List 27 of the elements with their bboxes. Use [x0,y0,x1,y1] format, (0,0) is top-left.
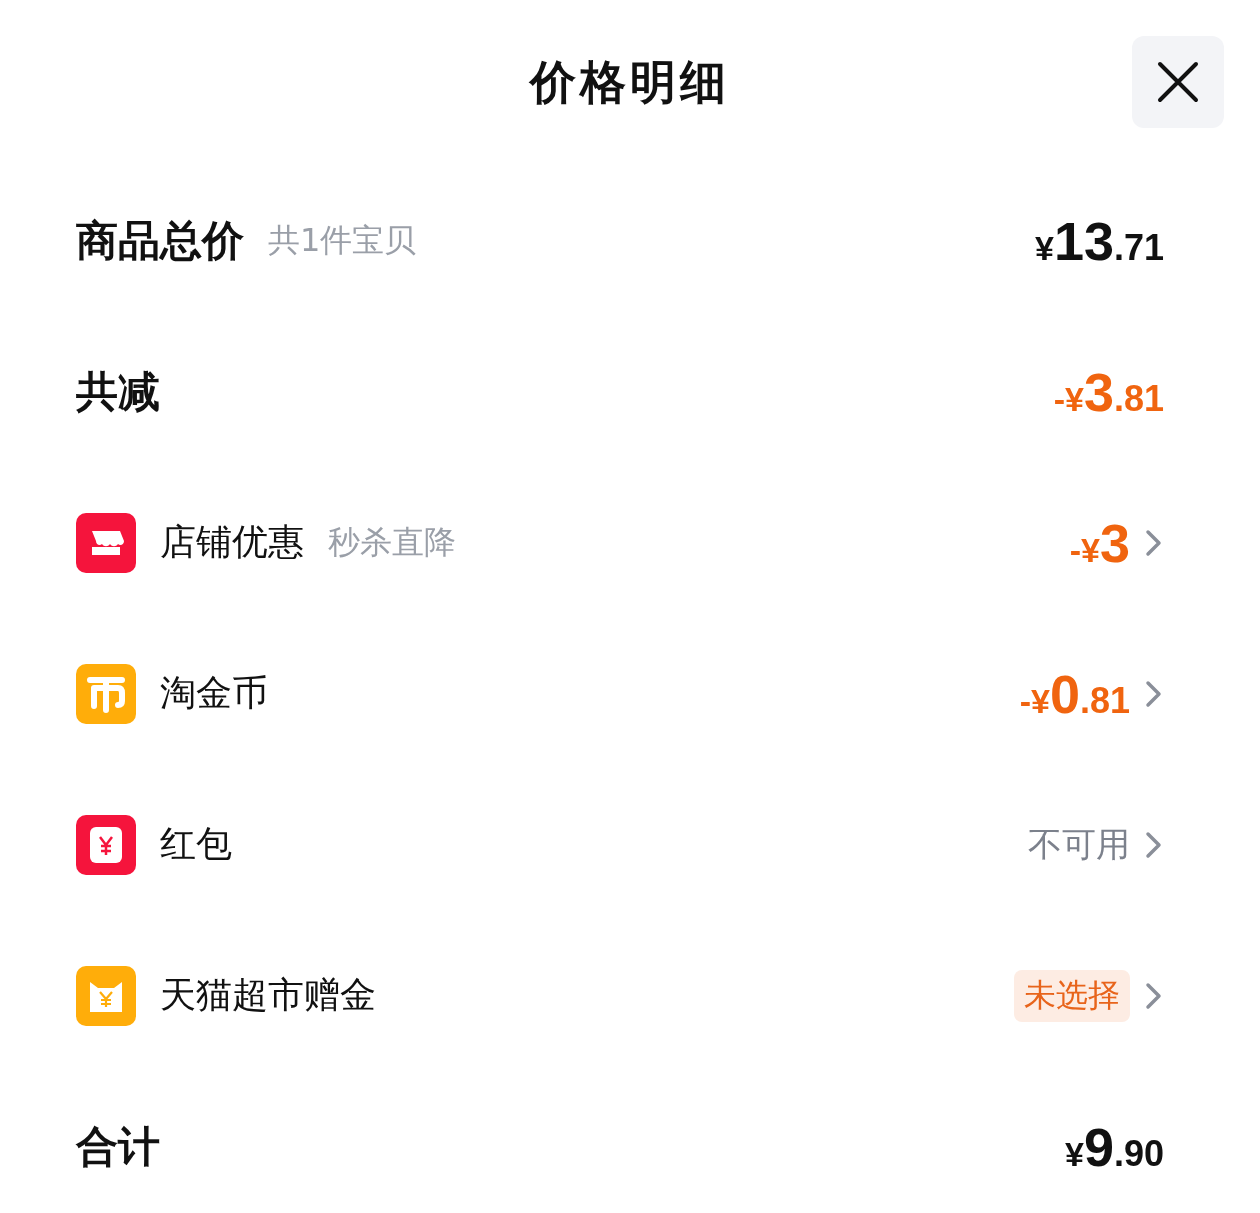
price: ¥13.71 [1034,209,1164,272]
envelope-icon [76,814,136,875]
row-note: 共1件宝贝 [268,219,417,261]
chevron-right-icon[interactable] [1144,678,1164,709]
sheet-title: 价格明细 [530,53,730,111]
row-label: 合计 [76,1120,160,1173]
chevron-right-icon[interactable] [1144,527,1164,558]
row-label: 淘金币 [160,671,268,715]
coin-icon [76,663,136,724]
price: -¥0.81 [1019,662,1130,725]
shop-icon [76,512,136,573]
status-tag: 未选择 [1014,969,1130,1022]
price: -¥3 [1069,511,1130,574]
close-icon [1156,60,1200,104]
price: -¥3.81 [1053,360,1164,423]
row-label: 共减 [76,365,160,418]
chevron-right-icon[interactable] [1144,829,1164,860]
chevron-right-icon[interactable] [1144,980,1164,1011]
row-label: 红包 [160,822,232,866]
row-label: 店铺优惠 [160,520,304,564]
status-text: 不可用 [1028,822,1130,866]
close-button[interactable] [1132,36,1224,128]
gift-envelope-icon [76,965,136,1026]
row-label: 商品总价 [76,214,244,267]
price: ¥9.90 [1065,1115,1164,1178]
row-note: 秒杀直降 [328,521,456,563]
row-label: 天猫超市赠金 [160,973,376,1017]
